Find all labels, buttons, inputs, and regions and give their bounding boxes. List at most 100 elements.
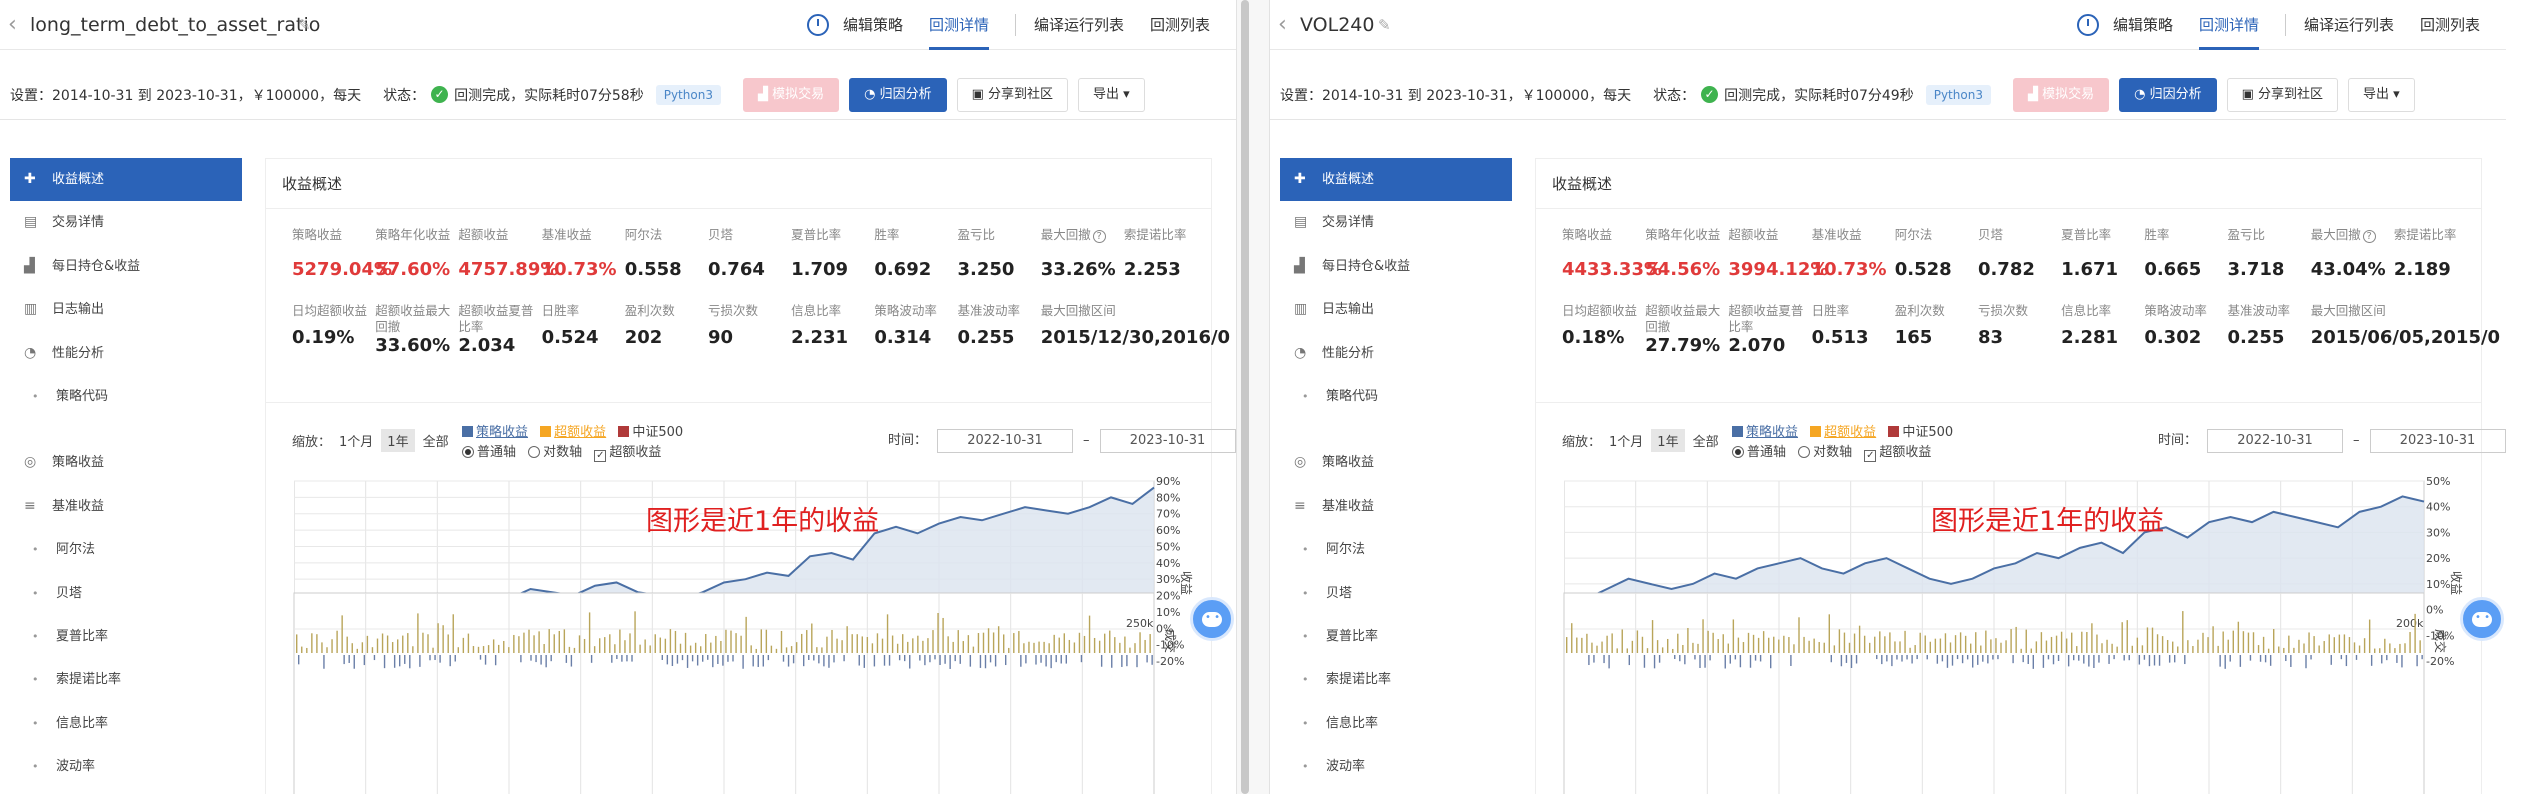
sidebar-item-0[interactable]: ✚ 收益概述	[10, 158, 242, 202]
sidebar-item-3[interactable]: ▥ 日志输出	[1280, 288, 1512, 331]
sidebar-item-3[interactable]: ▥ 日志输出	[10, 288, 242, 331]
sidebar-item-1[interactable]: ▤ 交易详情	[10, 201, 242, 244]
volume-bar-neg	[2386, 655, 2388, 661]
sidebar-item-6[interactable]: ◎ 策略收益	[1280, 441, 1512, 484]
sidebar-item-5[interactable]: • 策略代码	[10, 375, 242, 418]
sidebar-item-5[interactable]: • 策略代码	[1280, 375, 1512, 418]
legend-excess[interactable]: 超额收益	[554, 425, 606, 440]
edit-pencil-icon[interactable]: ✎	[1378, 16, 1391, 34]
simulate-trade-button[interactable]: ▟ 模拟交易	[2012, 77, 2110, 112]
volume-bar	[1661, 647, 1664, 653]
pane-splitter[interactable]	[1236, 0, 1270, 794]
sidebar-item-10[interactable]: • 夏普比率	[10, 615, 242, 658]
sidebar-item-1[interactable]: ▤ 交易详情	[1280, 201, 1512, 244]
legend-csi500[interactable]: 中证500	[632, 425, 683, 440]
metric-label: 基准波动率	[958, 303, 1041, 319]
sidebar-item-12[interactable]: • 信息比率	[10, 702, 242, 745]
legend-strategy[interactable]: 策略收益	[476, 425, 528, 440]
legend-strategy[interactable]: 策略收益	[1746, 425, 1798, 440]
sidebar-item-9[interactable]: • 贝塔	[1280, 572, 1512, 615]
share-community-button[interactable]: ▣ 分享到社区	[956, 77, 1069, 112]
sidebar-item-6[interactable]: ◎ 策略收益	[10, 441, 242, 484]
sidebar-item-10[interactable]: • 夏普比率	[1280, 615, 1512, 658]
zoom-1-year[interactable]: 1年	[1651, 429, 1685, 452]
radio-linear-axis[interactable]	[1732, 446, 1744, 458]
volume-bar-neg	[2057, 655, 2060, 662]
metric-row1-7: 胜率 0.665	[2144, 227, 2227, 281]
sidebar-item-label: 索提诺比率	[56, 672, 122, 688]
nav-edit-strategy[interactable]: 编辑策略	[843, 0, 903, 50]
nav-backtest-detail[interactable]: 回测详情	[928, 0, 989, 50]
sidebar-item-11[interactable]: • 索提诺比率	[1280, 658, 1512, 701]
zoom-1-month[interactable]: 1个月	[1603, 429, 1649, 452]
sidebar-item-8[interactable]: • 阿尔法	[10, 528, 242, 571]
legend-csi500[interactable]: 中证500	[1902, 425, 1953, 440]
date-from-input[interactable]: 2022-10-31	[937, 429, 1074, 453]
metric-label: 超额收益最大回撤	[375, 303, 458, 335]
date-to-input[interactable]: 2023-10-31	[1099, 429, 1236, 453]
zoom-all[interactable]: 全部	[417, 429, 455, 452]
volume-bar	[437, 623, 439, 653]
radio-linear-axis[interactable]	[462, 446, 474, 458]
attribution-analysis-button[interactable]: ◔ 归因分析	[2119, 77, 2217, 112]
nav-compile-run-list[interactable]: 编译运行列表	[1034, 0, 1124, 50]
zoom-1-month[interactable]: 1个月	[333, 429, 379, 452]
back-chevron-icon[interactable]: ‹	[8, 12, 17, 37]
volume-bar-neg	[691, 655, 694, 662]
nav-backtest-list[interactable]: 回测列表	[2420, 0, 2480, 50]
volume-bar-neg	[616, 655, 618, 660]
volume-bar	[412, 646, 414, 653]
help-icon[interactable]: ?	[2362, 230, 2376, 243]
sidebar-item-7[interactable]: ≡ 基准收益	[1280, 485, 1512, 528]
volume-bar-neg	[1916, 655, 1918, 660]
attribution-analysis-button[interactable]: ◔ 归因分析	[849, 77, 947, 112]
sidebar-item-2[interactable]: ▟ 每日持仓&收益	[1280, 245, 1512, 288]
linear-axis-label: 普通轴	[477, 445, 517, 460]
sidebar-item-13[interactable]: • 波动率	[1280, 745, 1512, 788]
sidebar-item-13[interactable]: • 波动率	[10, 745, 242, 788]
radio-log-axis[interactable]	[1798, 446, 1811, 458]
sidebar-item-12[interactable]: • 信息比率	[1280, 702, 1512, 745]
nav-compile-run-list[interactable]: 编译运行列表	[2304, 0, 2394, 50]
export-dropdown-button[interactable]: 导出 ▾	[1078, 77, 1145, 112]
sidebar-item-11[interactable]: • 索提诺比率	[10, 658, 242, 701]
sidebar-item-0[interactable]: ✚ 收益概述	[1280, 158, 1512, 202]
legend-excess[interactable]: 超额收益	[1824, 425, 1876, 440]
sidebar-item-4[interactable]: ◔ 性能分析	[1280, 332, 1512, 375]
edit-pencil-icon[interactable]: ✎	[298, 16, 311, 34]
export-dropdown-button[interactable]: 导出 ▾	[2348, 77, 2415, 112]
volume-bar-neg	[1886, 655, 1888, 662]
sidebar-icon: ✚	[1294, 171, 1306, 187]
date-to-input[interactable]: 2023-10-31	[2369, 429, 2506, 453]
nav-edit-strategy[interactable]: 编辑策略	[2113, 0, 2173, 50]
chat-assistant-icon[interactable]	[2460, 597, 2504, 641]
sidebar-item-4[interactable]: ◔ 性能分析	[10, 332, 242, 375]
volume-bar-neg	[1901, 655, 1903, 662]
sidebar-item-7[interactable]: ≡ 基准收益	[10, 485, 242, 528]
metric-value: 2015/12/30,2016/0	[1040, 327, 1231, 348]
sidebar-item-8[interactable]: • 阿尔法	[1280, 528, 1512, 571]
date-from-input[interactable]: 2022-10-31	[2207, 429, 2344, 453]
check-circle-icon: ✓	[431, 86, 449, 103]
simulate-trade-button[interactable]: ▟ 模拟交易	[742, 77, 840, 112]
help-icon[interactable]: ?	[1092, 230, 1106, 243]
metric-label-text: 贝塔	[707, 227, 733, 242]
sidebar-item-9[interactable]: • 贝塔	[10, 572, 242, 615]
zoom-1-year[interactable]: 1年	[381, 429, 415, 452]
radio-log-axis[interactable]	[528, 446, 541, 458]
volume-bar	[1114, 637, 1116, 653]
sidebar-item-2[interactable]: ▟ 每日持仓&收益	[10, 245, 242, 288]
share-community-button[interactable]: ▣ 分享到社区	[2226, 77, 2339, 112]
metric-label-text: 最大回撤	[1040, 227, 1091, 242]
zoom-all[interactable]: 全部	[1687, 429, 1725, 452]
volume-bar-neg	[732, 655, 734, 662]
volume-bar	[1068, 639, 1071, 653]
scrollbar[interactable]	[1241, 0, 1249, 794]
back-chevron-icon[interactable]: ‹	[1278, 12, 1287, 37]
nav-backtest-list[interactable]: 回测列表	[1150, 0, 1210, 50]
metric-row1-0: 策略收益 5279.04%	[292, 227, 392, 281]
metric-value: 165	[1894, 327, 1933, 348]
chat-assistant-icon[interactable]	[1190, 597, 1234, 641]
volume-bar	[1692, 642, 1694, 653]
nav-backtest-detail[interactable]: 回测详情	[2198, 0, 2259, 50]
